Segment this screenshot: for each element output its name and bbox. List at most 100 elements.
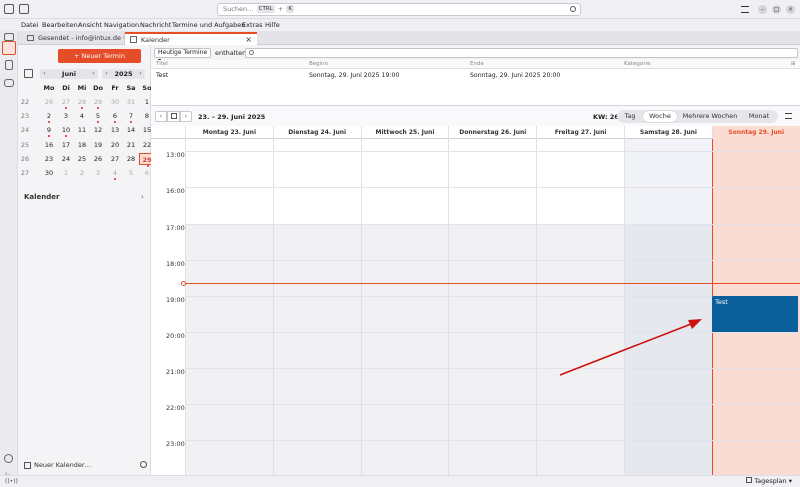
day-header-1[interactable]: Montag 23. Juni bbox=[185, 126, 273, 139]
event-test[interactable]: Test bbox=[712, 296, 798, 332]
settings-icon[interactable] bbox=[4, 454, 13, 463]
day-cell[interactable]: 5 bbox=[90, 110, 106, 124]
menu-nachricht[interactable]: Nachricht bbox=[140, 20, 171, 30]
view-multiweek[interactable]: Mehrere Wochen bbox=[680, 111, 740, 122]
day-cell[interactable]: 14 bbox=[123, 124, 139, 136]
day-cell[interactable]: 23 bbox=[41, 153, 57, 165]
settings-menu-icon[interactable] bbox=[785, 113, 792, 119]
day-column-3[interactable] bbox=[360, 139, 449, 475]
next-week-button[interactable]: › bbox=[180, 111, 192, 122]
menu-extras[interactable]: Extras bbox=[242, 20, 263, 30]
menu-ansicht[interactable]: Ansicht bbox=[78, 20, 102, 30]
calendars-section-label[interactable]: Kalender bbox=[24, 193, 60, 201]
next-month-icon[interactable]: › bbox=[89, 69, 98, 79]
event-row[interactable]: Test Sonntag, 29. Juni 2025 19:00 Sonnta… bbox=[151, 70, 800, 81]
col-category[interactable]: Kategorie bbox=[624, 61, 650, 68]
day-cell[interactable]: 26 bbox=[90, 153, 106, 165]
menu-bearbeiten[interactable]: Bearbeiten bbox=[42, 20, 78, 30]
day-cell[interactable]: 26 bbox=[41, 96, 57, 108]
view-day[interactable]: Tag bbox=[619, 111, 641, 122]
day-cell[interactable]: 2 bbox=[74, 167, 90, 179]
day-cell[interactable]: 2 bbox=[41, 110, 57, 124]
maximize-button[interactable]: □ bbox=[772, 5, 781, 14]
sync-icon[interactable] bbox=[140, 461, 147, 468]
menu-termine[interactable]: Termine und Aufgaben bbox=[172, 20, 245, 30]
col-start[interactable]: Beginn bbox=[309, 61, 328, 68]
day-cell[interactable]: 20 bbox=[107, 139, 123, 151]
day-header-4[interactable]: Donnerstag 26. Juni bbox=[448, 126, 536, 139]
close-window-button[interactable]: × bbox=[786, 5, 795, 14]
day-cell[interactable]: 3 bbox=[90, 167, 106, 179]
filter-input[interactable] bbox=[245, 48, 798, 58]
day-cell[interactable]: 5 bbox=[123, 167, 139, 179]
filter-select[interactable]: Heutige Termine ▾ bbox=[154, 48, 211, 64]
chat-icon[interactable] bbox=[4, 79, 14, 87]
day-cell[interactable]: 30 bbox=[41, 167, 57, 179]
day-cell[interactable]: 12 bbox=[90, 124, 106, 136]
view-month[interactable]: Monat bbox=[744, 111, 774, 122]
prev-year-icon[interactable]: ‹ bbox=[102, 69, 111, 79]
new-event-button[interactable]: + Neuer Termin bbox=[58, 49, 141, 63]
day-cell[interactable]: 7 bbox=[123, 110, 139, 124]
day-cell[interactable]: 11 bbox=[74, 124, 90, 136]
day-cell[interactable]: 28 bbox=[74, 96, 90, 109]
day-cell[interactable]: 10 bbox=[58, 124, 74, 138]
day-cell[interactable]: 19 bbox=[90, 139, 106, 151]
expand-chevron-icon[interactable]: › bbox=[141, 193, 144, 201]
new-calendar-link[interactable]: Neuer Kalender… bbox=[34, 461, 91, 469]
tab-mail[interactable]: Gesendet - info@intux.de (Ma bbox=[22, 32, 125, 45]
search-input[interactable]: Suchen… CTRL + K bbox=[217, 3, 581, 16]
minimize-button[interactable]: – bbox=[758, 5, 767, 14]
day-cell[interactable]: 18 bbox=[74, 139, 90, 151]
day-cell[interactable]: 1 bbox=[58, 167, 74, 179]
day-header-3[interactable]: Mittwoch 25. Juni bbox=[360, 126, 449, 139]
day-cell[interactable]: 24 bbox=[58, 153, 74, 165]
day-cell[interactable]: 16 bbox=[41, 139, 57, 151]
day-cell[interactable]: 17 bbox=[58, 139, 74, 151]
close-tab-icon[interactable]: × bbox=[245, 34, 252, 45]
calendar-icon[interactable] bbox=[19, 4, 29, 14]
search-icon[interactable] bbox=[570, 6, 576, 12]
mail-icon[interactable] bbox=[4, 33, 14, 41]
day-cell[interactable]: 30 bbox=[107, 96, 123, 108]
today-icon[interactable] bbox=[24, 69, 33, 78]
next-year-icon[interactable]: › bbox=[136, 69, 145, 79]
day-column-4[interactable] bbox=[448, 139, 537, 475]
day-column-5[interactable] bbox=[536, 139, 624, 475]
day-header-2[interactable]: Dienstag 24. Juni bbox=[272, 126, 361, 139]
day-cell[interactable]: 27 bbox=[107, 153, 123, 165]
menu-navigation[interactable]: Navigation bbox=[104, 20, 139, 30]
day-cell[interactable]: 28 bbox=[123, 153, 139, 165]
today-pane-button[interactable]: Tagesplan ▾ bbox=[746, 477, 792, 485]
prev-month-icon[interactable]: ‹ bbox=[40, 69, 49, 79]
day-column-6[interactable] bbox=[624, 139, 712, 475]
day-header-5[interactable]: Freitag 27. Juni bbox=[536, 126, 624, 139]
day-cell[interactable]: 4 bbox=[74, 110, 90, 122]
calendar-space-icon[interactable] bbox=[2, 41, 16, 55]
day-cell[interactable]: 31 bbox=[123, 96, 139, 108]
menu-datei[interactable]: Datei bbox=[21, 20, 38, 30]
column-picker-icon[interactable]: ⊞ bbox=[791, 61, 796, 68]
day-header-7[interactable]: Sonntag 29. Juni bbox=[711, 126, 800, 139]
day-cell[interactable]: 25 bbox=[74, 153, 90, 165]
day-cell[interactable]: 3 bbox=[58, 110, 74, 122]
menu-icon[interactable] bbox=[741, 6, 749, 13]
app-menu-icon[interactable] bbox=[4, 4, 14, 14]
prev-week-button[interactable]: ‹ bbox=[155, 111, 167, 122]
today-button[interactable] bbox=[167, 111, 180, 122]
day-cell[interactable]: 27 bbox=[58, 96, 74, 109]
tasks-icon[interactable] bbox=[5, 60, 13, 70]
day-column-2[interactable] bbox=[272, 139, 361, 475]
day-cell[interactable]: 29 bbox=[90, 96, 106, 109]
day-cell[interactable]: 4 bbox=[107, 167, 123, 180]
col-end[interactable]: Ende bbox=[470, 61, 484, 68]
col-title[interactable]: Titel bbox=[156, 61, 168, 68]
view-week[interactable]: Woche bbox=[643, 111, 677, 122]
day-cell[interactable]: 9 bbox=[41, 124, 57, 138]
day-header-6[interactable]: Samstag 28. Juni bbox=[624, 126, 712, 139]
day-cell[interactable]: 21 bbox=[123, 139, 139, 151]
tab-calendar[interactable]: Kalender × bbox=[125, 32, 257, 45]
day-cell[interactable]: 6 bbox=[107, 110, 123, 124]
month-label[interactable]: Juni bbox=[49, 69, 89, 79]
day-cell[interactable]: 13 bbox=[107, 124, 123, 136]
